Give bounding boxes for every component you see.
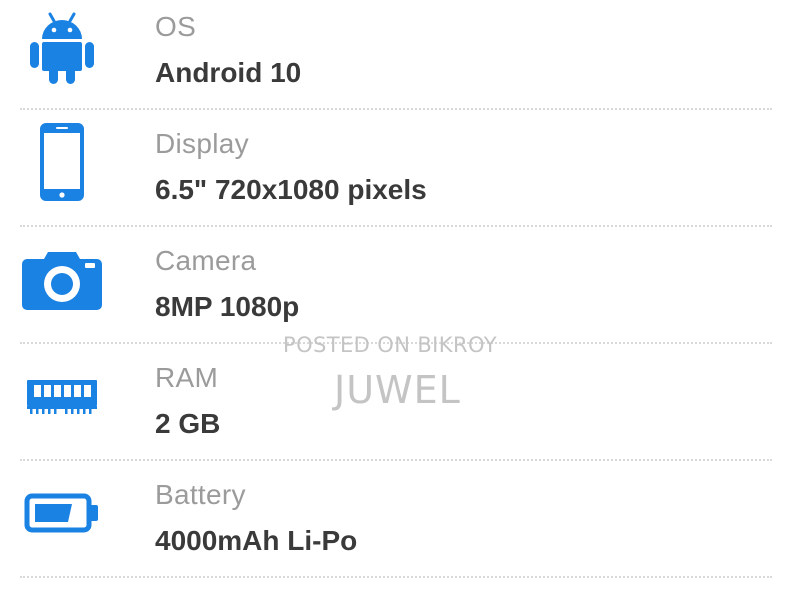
spec-value: 6.5" 720x1080 pixels bbox=[155, 174, 427, 205]
spec-list: OS Android 10 Display 6.5" 720x1080 pixe… bbox=[0, 0, 791, 600]
spec-value: 4000mAh Li-Po bbox=[155, 525, 358, 556]
watermark-source: POSTED ON BIKROY bbox=[283, 333, 497, 357]
phone-icon bbox=[20, 120, 104, 204]
spec-value: 2 GB bbox=[155, 408, 221, 439]
camera-icon bbox=[20, 238, 104, 322]
spec-label: OS bbox=[155, 11, 197, 42]
battery-icon bbox=[20, 471, 104, 555]
divider bbox=[20, 225, 772, 227]
android-icon bbox=[20, 5, 104, 89]
watermark-seller: JUWEL bbox=[334, 368, 461, 412]
divider bbox=[20, 108, 772, 110]
spec-label: RAM bbox=[155, 362, 219, 393]
spec-value: 8MP 1080p bbox=[155, 291, 300, 322]
spec-label: Display bbox=[155, 128, 249, 159]
memory-icon bbox=[20, 354, 104, 438]
spec-row-battery: Battery 4000mAh Li-Po bbox=[0, 468, 791, 585]
divider bbox=[20, 459, 772, 461]
spec-row-display: Display 6.5" 720x1080 pixels bbox=[0, 117, 791, 234]
divider bbox=[20, 576, 772, 578]
spec-label: Camera bbox=[155, 245, 257, 276]
spec-label: Battery bbox=[155, 479, 246, 510]
spec-value: Android 10 bbox=[155, 57, 302, 88]
spec-row-os: OS Android 10 bbox=[0, 0, 791, 117]
